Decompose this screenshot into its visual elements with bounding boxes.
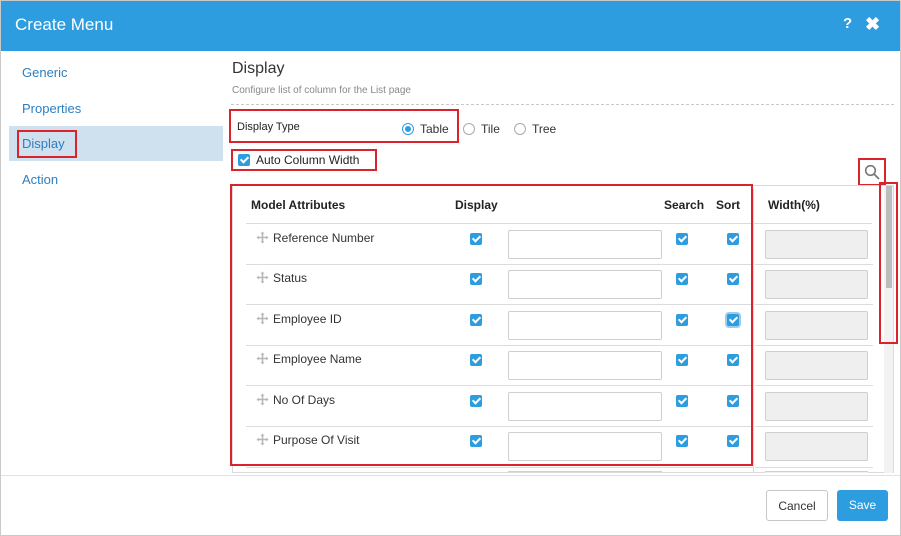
sidebar-item-action[interactable]: Action bbox=[9, 162, 223, 197]
radio-tree-label: Tree bbox=[532, 122, 557, 136]
table-highlight-box bbox=[230, 184, 753, 466]
row-separator bbox=[755, 264, 873, 265]
partial-row bbox=[765, 471, 868, 473]
sidebar-item-label: Action bbox=[22, 172, 59, 187]
auto-column-width-checkbox[interactable] bbox=[238, 154, 250, 166]
radio-table[interactable] bbox=[402, 123, 414, 135]
radio-tile-label: Tile bbox=[481, 122, 500, 136]
width-input[interactable] bbox=[765, 311, 868, 340]
footer-divider bbox=[1, 475, 900, 476]
section-title: Display bbox=[232, 60, 285, 77]
create-menu-dialog: Create Menu ? ✖ Generic Properties Displ… bbox=[0, 0, 901, 536]
help-icon[interactable]: ? bbox=[843, 15, 852, 32]
cancel-button-label: Cancel bbox=[778, 499, 816, 513]
cancel-button[interactable]: Cancel bbox=[766, 490, 828, 521]
radio-table-label: Table bbox=[420, 122, 449, 136]
header-width: Width(%) bbox=[768, 198, 820, 212]
radio-tile[interactable] bbox=[463, 123, 475, 135]
radio-tree[interactable] bbox=[514, 123, 526, 135]
row-separator bbox=[755, 467, 873, 468]
save-button-label: Save bbox=[848, 498, 877, 512]
dialog-title: Create Menu bbox=[15, 15, 114, 34]
partial-row bbox=[508, 471, 662, 473]
divider bbox=[231, 104, 894, 105]
width-input[interactable] bbox=[765, 351, 868, 380]
width-input[interactable] bbox=[765, 270, 868, 299]
close-icon[interactable]: ✖ bbox=[865, 14, 880, 35]
width-input[interactable] bbox=[765, 230, 868, 259]
row-separator bbox=[755, 345, 873, 346]
sidebar-item-label: Properties bbox=[22, 101, 82, 116]
dialog-header: Create Menu ? ✖ bbox=[1, 1, 900, 51]
sidebar-item-properties[interactable]: Properties bbox=[9, 91, 223, 126]
search-icon bbox=[864, 164, 880, 180]
width-input[interactable] bbox=[765, 392, 868, 421]
row-separator bbox=[755, 385, 873, 386]
column-divider bbox=[753, 189, 754, 473]
section-subtitle: Configure list of column for the List pa… bbox=[232, 85, 411, 96]
width-input[interactable] bbox=[765, 432, 868, 461]
auto-column-width-label: Auto Column Width bbox=[256, 153, 360, 167]
scrollbar-highlight-box bbox=[879, 182, 898, 344]
row-separator bbox=[755, 426, 873, 427]
row-separator bbox=[246, 467, 754, 468]
sidebar-item-label: Generic bbox=[22, 65, 68, 80]
row-separator bbox=[755, 304, 873, 305]
sidebar-item-generic[interactable]: Generic bbox=[9, 55, 223, 90]
display-highlight-box bbox=[17, 130, 77, 158]
save-button[interactable]: Save bbox=[837, 490, 888, 521]
display-type-label: Display Type bbox=[237, 121, 300, 133]
